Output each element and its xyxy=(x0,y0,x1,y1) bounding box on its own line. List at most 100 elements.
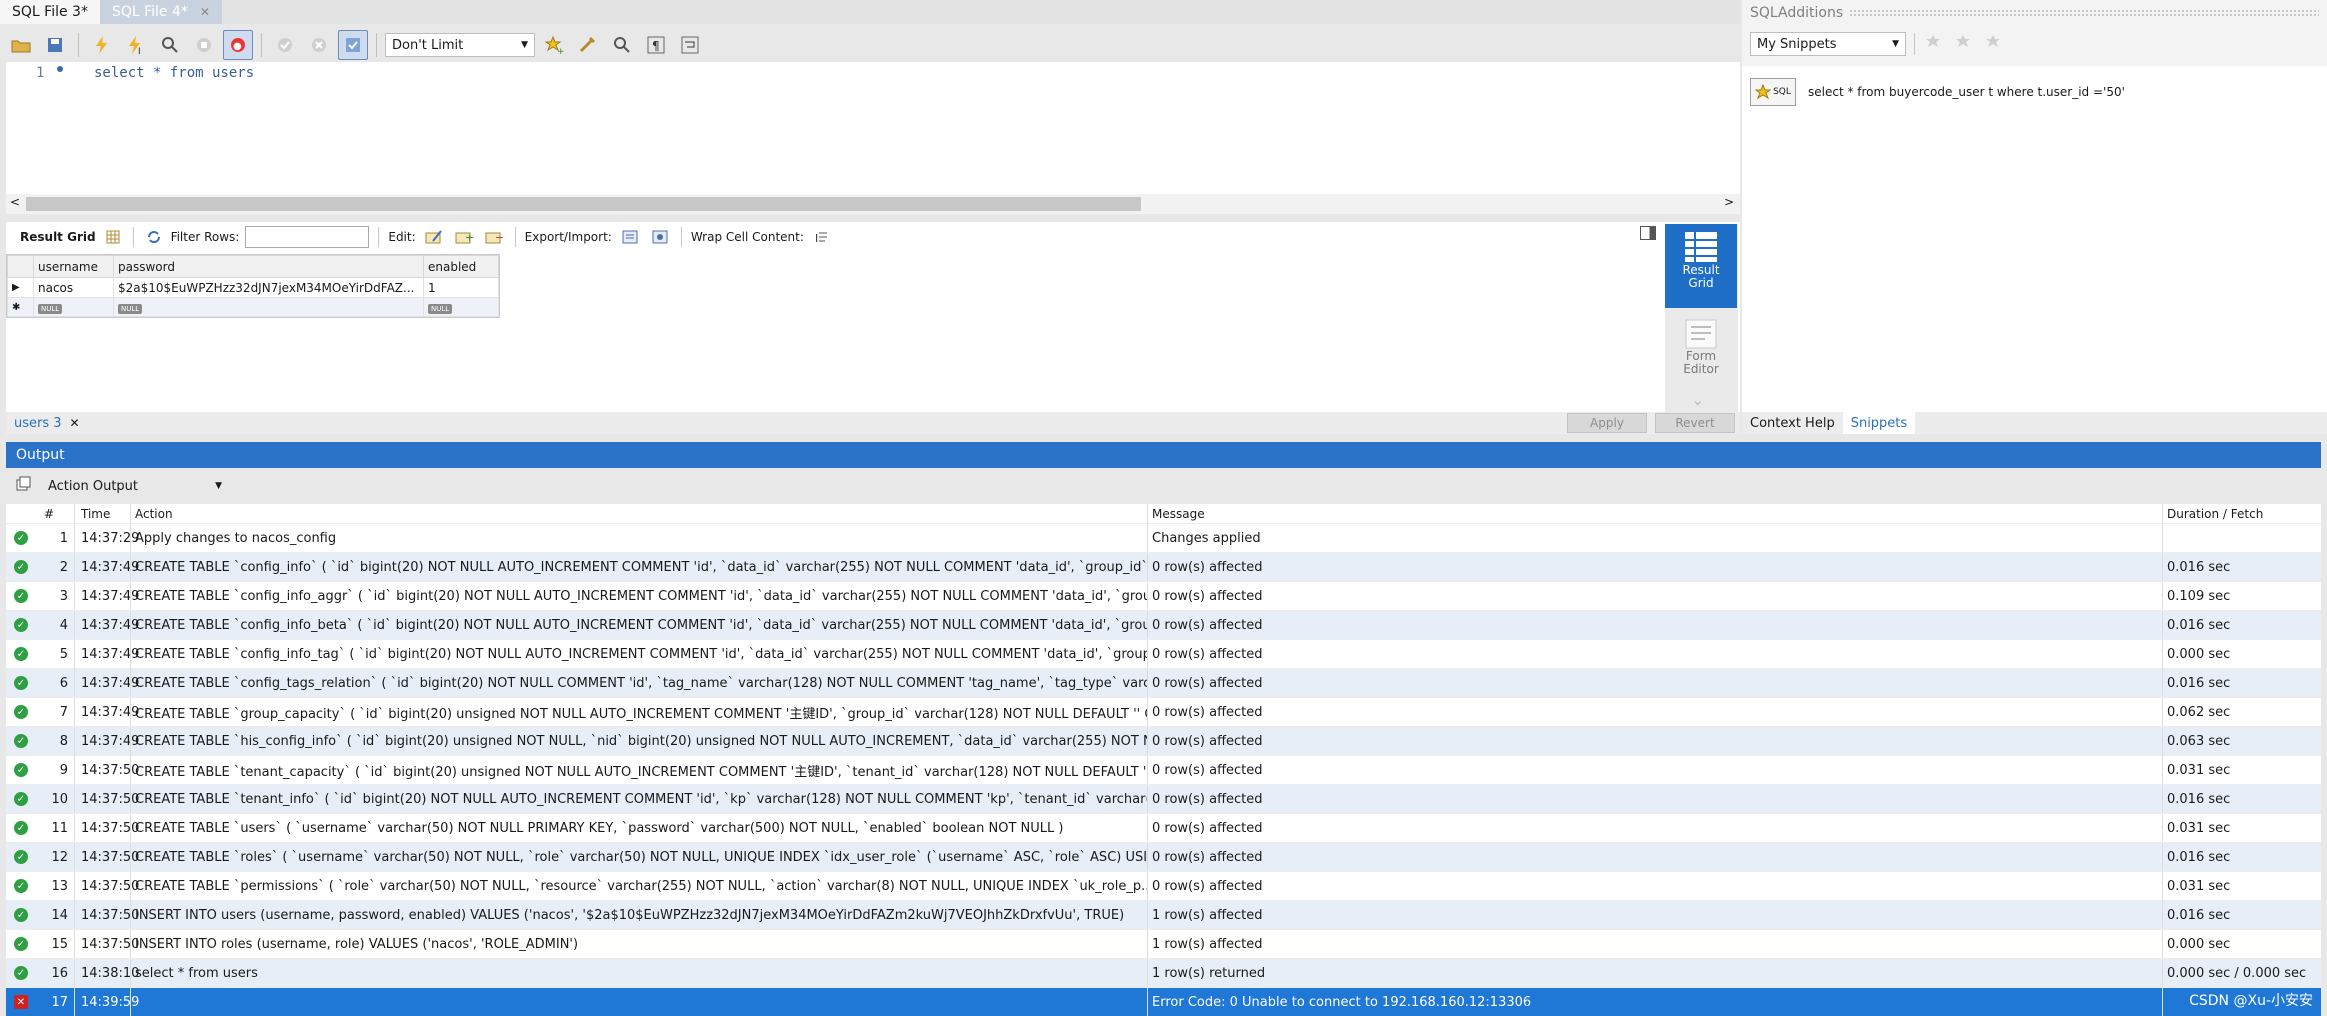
chevron-down-icon: ▼ xyxy=(215,481,222,491)
row-duration: 0.000 sec xyxy=(2162,930,2317,958)
success-icon: ✓ xyxy=(14,560,28,574)
scroll-left-icon[interactable]: < xyxy=(10,195,20,209)
column-header-username[interactable]: username xyxy=(33,255,114,278)
snippets-select[interactable]: My Snippets ▼ xyxy=(1750,32,1906,56)
output-row[interactable]: ✓ 16 14:38:10 select * from users 1 row(s) r… xyxy=(6,959,2321,988)
execute-current-icon[interactable]: I xyxy=(121,30,151,60)
output-row[interactable]: ✓ 4 14:37:49 CREATE TABLE `config_info_beta… xyxy=(6,611,2321,640)
duration-header[interactable]: Duration / Fetch xyxy=(2162,504,2317,523)
explain-icon[interactable] xyxy=(155,30,185,60)
output-row[interactable]: ✓ 11 14:37:50 CREATE TABLE `users` ( `usern… xyxy=(6,814,2321,843)
wrap-cell-icon[interactable]: I xyxy=(810,226,832,248)
export-icon[interactable] xyxy=(618,226,642,248)
row-time: 14:37:50 xyxy=(74,930,139,958)
message-header[interactable]: Message xyxy=(1147,504,2162,523)
snippet-item[interactable]: SQL select * from buyercode_user t where… xyxy=(1750,78,2125,106)
output-row[interactable]: ✓ 9 14:37:50 CREATE TABLE `tenant_capacity`… xyxy=(6,756,2321,785)
open-file-icon[interactable] xyxy=(6,30,36,60)
editor-horizontal-scrollbar[interactable]: < > xyxy=(6,194,1740,214)
new-row[interactable]: ✱ NULL NULL NULL xyxy=(7,297,499,317)
editor-gutter: 1 xyxy=(6,62,66,194)
close-icon[interactable]: ✕ xyxy=(200,5,210,19)
output-row[interactable]: ✕ 17 14:39:59 Error Code: 0 Unable to conne… xyxy=(6,988,2321,1016)
sql-editor[interactable]: 1 select * from users xyxy=(6,62,1740,194)
toggle-side-panel-icon[interactable] xyxy=(1640,226,1656,240)
output-toolbar: Action Output ▼ xyxy=(6,470,2321,502)
result-grid-side-button[interactable]: Result Grid xyxy=(1665,224,1737,308)
output-row[interactable]: ✓ 5 14:37:49 CREATE TABLE `config_info_tag`… xyxy=(6,640,2321,669)
row-action: CREATE TABLE `users` ( `username` varcha… xyxy=(130,814,1147,842)
rollback-icon[interactable] xyxy=(304,30,334,60)
stop-icon[interactable] xyxy=(189,30,219,60)
svg-text:+: + xyxy=(557,47,564,55)
cell-enabled[interactable]: 1 xyxy=(423,277,499,298)
refresh-icon[interactable] xyxy=(143,226,165,248)
apply-button[interactable]: Apply xyxy=(1567,413,1647,433)
close-icon[interactable]: ✕ xyxy=(70,416,80,430)
auto-commit-icon[interactable] xyxy=(338,30,368,60)
chevron-down-icon[interactable]: ⌄ xyxy=(1691,390,1704,409)
execute-icon[interactable] xyxy=(87,30,117,60)
result-grid[interactable]: username password enabled ▶ nacos $2a$10… xyxy=(6,254,500,318)
tab-context-help[interactable]: Context Help xyxy=(1742,416,1843,431)
snippets-toolbar: My Snippets ▼ xyxy=(1750,32,2005,56)
snippet-execute-icon[interactable] xyxy=(1983,32,2005,56)
row-number: 7 xyxy=(59,704,68,720)
output-row[interactable]: ✓ 2 14:37:49 CREATE TABLE `config_info` ( `… xyxy=(6,553,2321,582)
num-header[interactable]: # xyxy=(36,507,74,521)
cell-username[interactable]: nacos xyxy=(33,277,114,298)
delete-row-icon[interactable]: − xyxy=(482,226,506,248)
edit-row-icon[interactable] xyxy=(422,226,446,248)
output-row[interactable]: ✓ 10 14:37:50 CREATE TABLE `tenant_info` ( … xyxy=(6,785,2321,814)
output-row[interactable]: ✓ 13 14:37:50 CREATE TABLE `permissions` ( … xyxy=(6,872,2321,901)
time-header[interactable]: Time xyxy=(74,504,130,523)
output-row[interactable]: ✓ 14 14:37:50 INSERT INTO users (username, … xyxy=(6,901,2321,930)
null-cell[interactable]: NULL xyxy=(33,297,114,317)
form-editor-side-button[interactable]: Form Editor xyxy=(1665,308,1737,392)
output-mode-select[interactable]: Action Output ▼ xyxy=(42,474,228,498)
output-row[interactable]: ✓ 3 14:37:49 CREATE TABLE `config_info_aggr… xyxy=(6,582,2321,611)
output-row[interactable]: ✓ 12 14:37:50 CREATE TABLE `roles` ( `usern… xyxy=(6,843,2321,872)
scrollbar-thumb[interactable] xyxy=(26,197,1141,211)
column-header-password[interactable]: password xyxy=(113,255,424,278)
snippet-insert-icon[interactable] xyxy=(1923,32,1945,56)
tab-users-3[interactable]: users 3 xyxy=(14,416,62,431)
row-message: 0 row(s) affected xyxy=(1147,756,2162,784)
null-cell[interactable]: NULL xyxy=(113,297,424,317)
filter-rows-input[interactable] xyxy=(245,226,370,248)
import-icon[interactable] xyxy=(648,226,672,248)
column-header-enabled[interactable]: enabled xyxy=(423,255,499,278)
output-row[interactable]: ✓ 7 14:37:49 CREATE TABLE `group_capacity` … xyxy=(6,698,2321,727)
add-to-snippets-icon[interactable]: + xyxy=(539,30,569,60)
tab-snippets[interactable]: Snippets xyxy=(1842,412,1916,434)
tab-sql-file-4[interactable]: SQL File 4* ✕ xyxy=(99,0,222,24)
commit-icon[interactable] xyxy=(270,30,300,60)
revert-button[interactable]: Revert xyxy=(1655,413,1735,433)
output-row[interactable]: ✓ 6 14:37:49 CREATE TABLE `config_tags_rela… xyxy=(6,669,2321,698)
null-badge: NULL xyxy=(428,304,453,314)
tab-sql-file-3[interactable]: SQL File 3* xyxy=(0,0,100,24)
beautify-icon[interactable] xyxy=(573,30,603,60)
scroll-right-icon[interactable]: > xyxy=(1724,195,1734,209)
copy-icon[interactable] xyxy=(16,476,32,496)
action-header[interactable]: Action xyxy=(130,504,1147,523)
snippet-replace-icon[interactable] xyxy=(1953,32,1975,56)
table-row[interactable]: ▶ nacos $2a$10$EuWPZHzz32dJN7jexM34MOeYi… xyxy=(7,277,499,298)
find-replace-icon[interactable] xyxy=(607,30,637,60)
save-icon[interactable] xyxy=(40,30,70,60)
output-row[interactable]: ✓ 1 14:37:29 Apply changes to nacos_config C… xyxy=(6,524,2321,553)
limit-rows-select[interactable]: Don't Limit ▼ xyxy=(385,33,535,57)
wrap-lines-icon[interactable] xyxy=(675,30,705,60)
grid-view-icon[interactable] xyxy=(102,226,124,248)
row-action: INSERT INTO roles (username, role) VALUE… xyxy=(130,930,1147,958)
sql-code-line[interactable]: select * from users xyxy=(94,65,254,81)
row-time: 14:37:50 xyxy=(74,901,139,929)
insert-row-icon[interactable]: + xyxy=(452,226,476,248)
invisible-characters-icon[interactable]: ¶ xyxy=(641,30,671,60)
toggle-continue-on-error-icon[interactable]: ● xyxy=(223,30,253,60)
null-cell[interactable]: NULL xyxy=(423,297,499,317)
output-row[interactable]: ✓ 8 14:37:49 CREATE TABLE `his_config_info`… xyxy=(6,727,2321,756)
output-row[interactable]: ✓ 15 14:37:50 INSERT INTO roles (username, … xyxy=(6,930,2321,959)
cell-password[interactable]: $2a$10$EuWPZHzz32dJN7jexM34MOeYirDdFAZ..… xyxy=(113,277,424,298)
row-number: 10 xyxy=(51,791,68,807)
